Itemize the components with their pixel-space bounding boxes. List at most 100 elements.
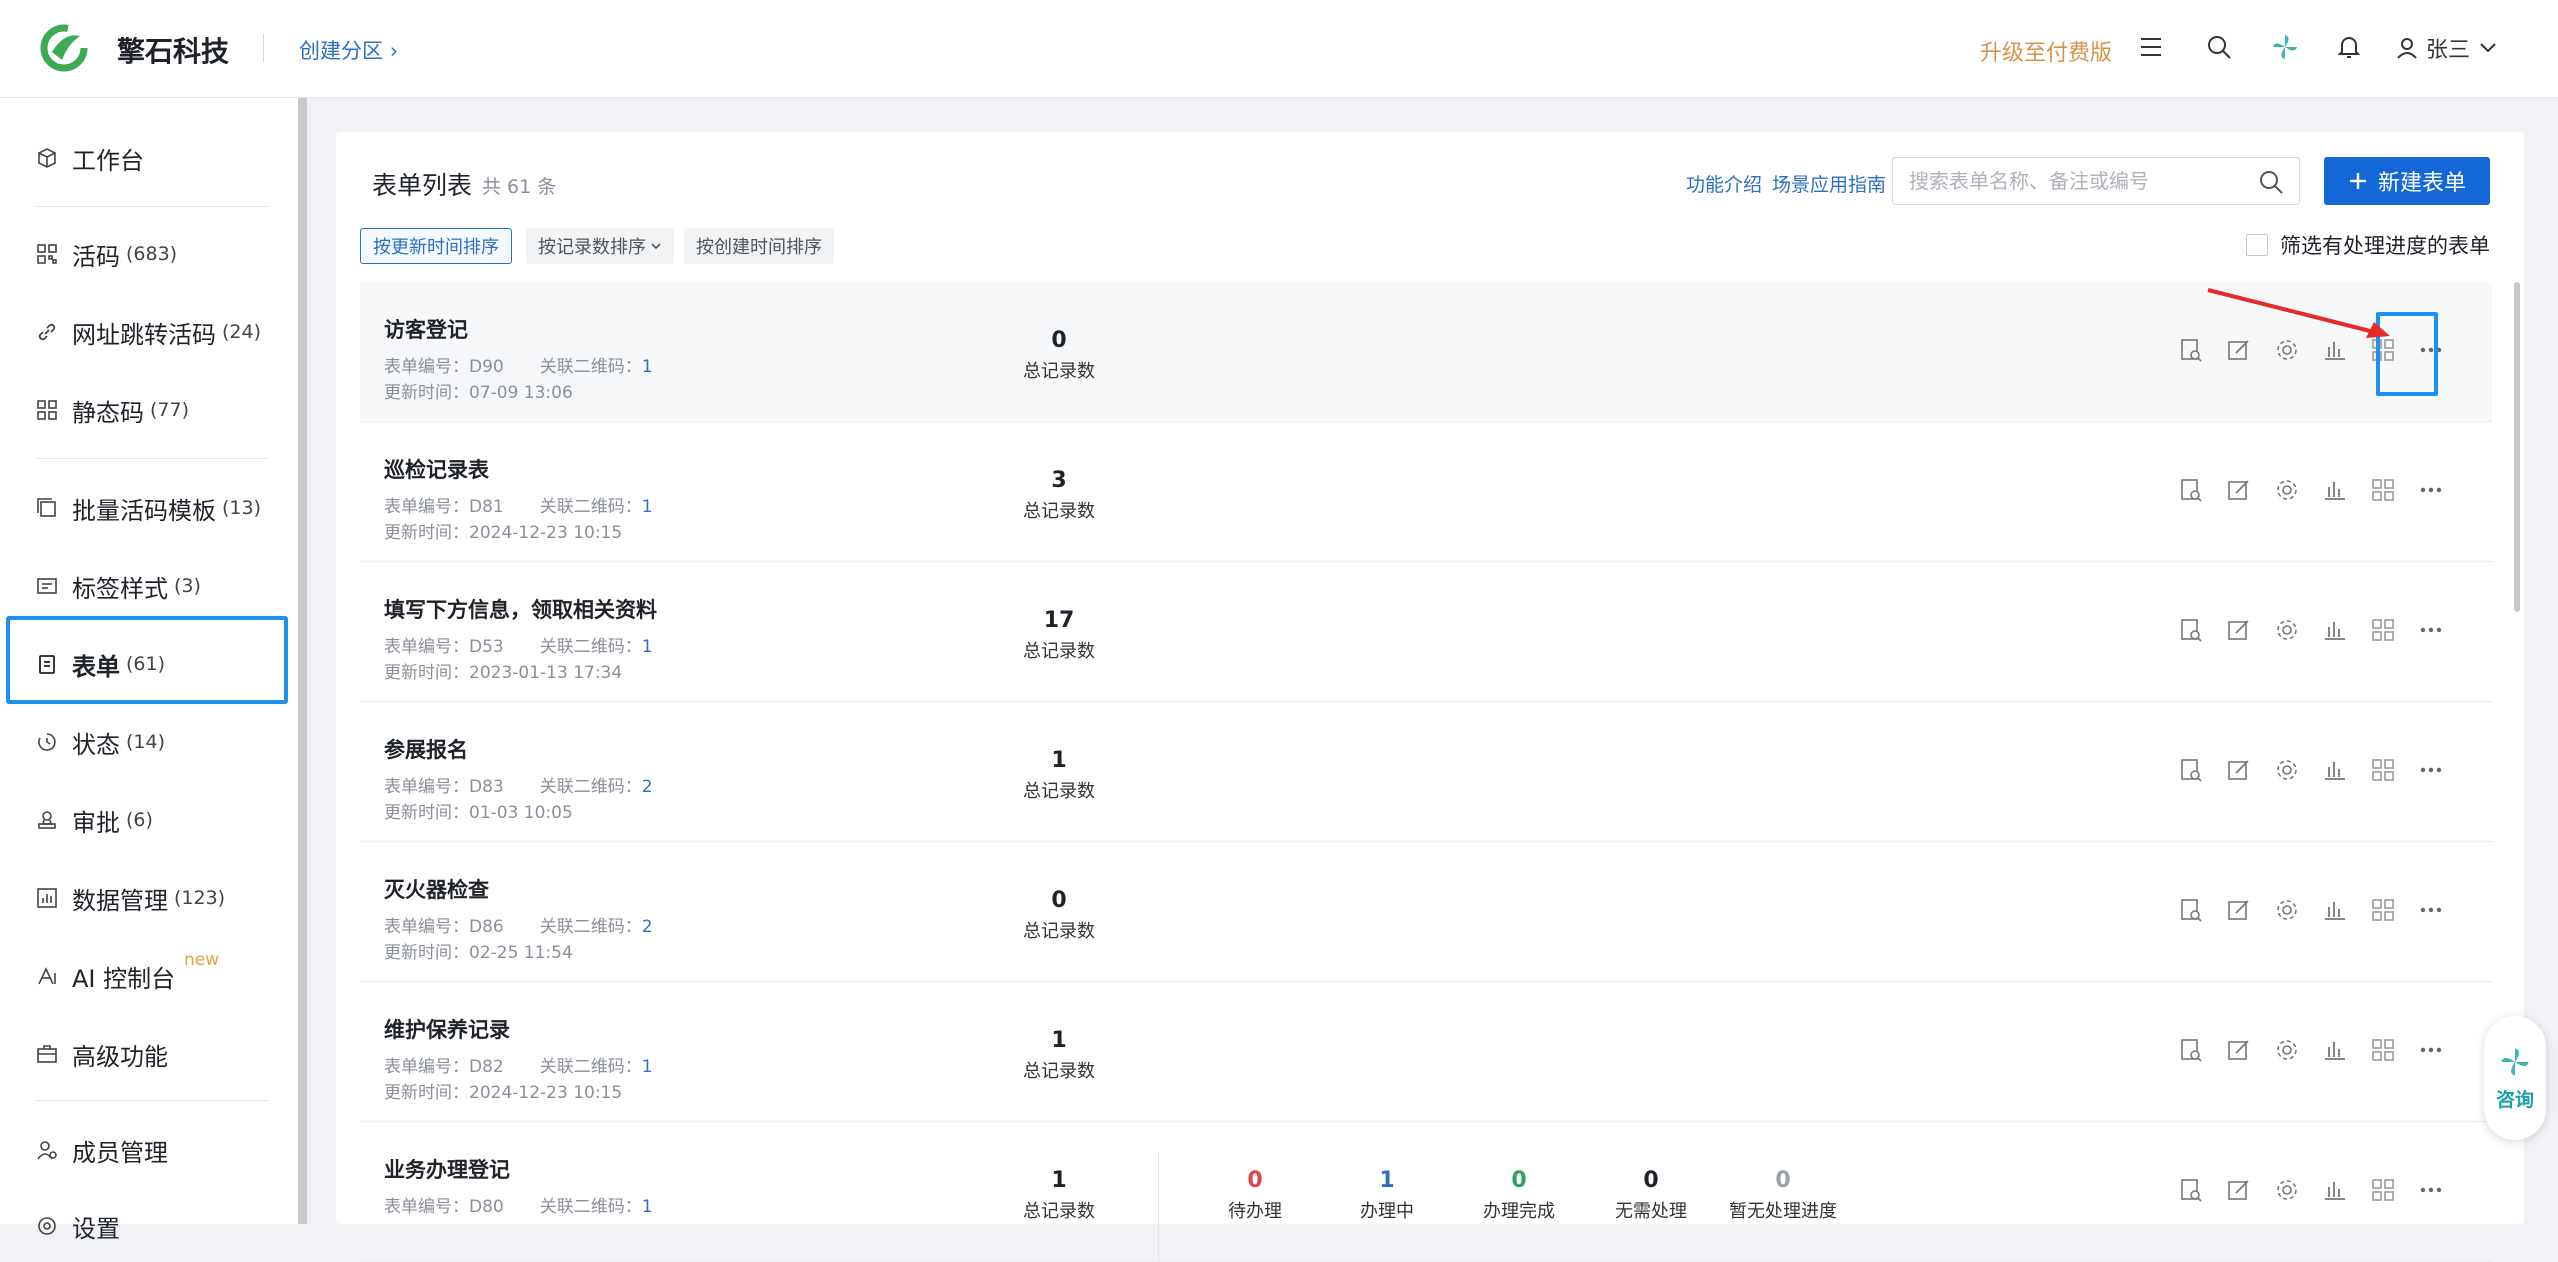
qr-count-link[interactable]: 2 [642, 917, 653, 937]
filter-checkbox[interactable] [2246, 234, 2268, 256]
list-scrollbar[interactable] [2514, 282, 2520, 612]
form-name[interactable]: 灭火器检查 [384, 874, 489, 904]
sidebar-item-settings[interactable]: 设置 [36, 1206, 120, 1246]
search-icon[interactable] [2258, 169, 2284, 195]
sidebar-item-approval[interactable]: 审批 (6) [36, 800, 153, 840]
bar-chart-icon[interactable] [2322, 1177, 2348, 1203]
table-row[interactable]: 灭火器检查 表单编号：D86 关联二维码：2 更新时间：02-25 11:54 0 总记录… [360, 842, 2492, 982]
form-name[interactable]: 访客登记 [384, 314, 468, 344]
progress-filter[interactable]: 筛选有处理进度的表单 [2246, 230, 2490, 260]
qrcode-icon[interactable] [2370, 1037, 2396, 1063]
gear-icon[interactable] [2274, 757, 2300, 783]
pinwheel-icon[interactable] [2268, 30, 2302, 64]
table-row[interactable]: 参展报名 表单编号：D83 关联二维码：2 更新时间：01-03 10:05 1 总记录数 [360, 702, 2492, 842]
sidebar-item-url-code[interactable]: 网址跳转活码 (24) [36, 312, 261, 352]
form-view-icon[interactable] [2178, 617, 2204, 643]
sort-by-update-time[interactable]: 按更新时间排序 [360, 228, 512, 264]
qrcode-icon[interactable] [2370, 617, 2396, 643]
bar-chart-icon[interactable] [2322, 617, 2348, 643]
edit-icon[interactable] [2226, 757, 2252, 783]
sidebar-item-live-code[interactable]: 活码 (683) [36, 234, 177, 274]
bar-chart-icon[interactable] [2322, 477, 2348, 503]
gear-icon[interactable] [2274, 1177, 2300, 1203]
table-row[interactable]: 填写下方信息，领取相关资料 表单编号：D53 关联二维码：1 更新时间：2023-01… [360, 562, 2492, 702]
progress-stat: 1 办理中 [1322, 1168, 1452, 1223]
edit-icon[interactable] [2226, 1037, 2252, 1063]
sort-by-record-count[interactable]: 按记录数排序 [526, 228, 674, 264]
more-icon[interactable] [2418, 897, 2444, 923]
user-menu[interactable]: 张三 [2396, 32, 2498, 64]
breadcrumb-create-zone[interactable]: 创建分区 › [299, 35, 398, 65]
total-records-stat: 17 总记录数 [994, 608, 1124, 663]
form-name[interactable]: 填写下方信息，领取相关资料 [384, 594, 657, 624]
sidebar-item-forms[interactable]: 表单 (61) [36, 644, 165, 684]
bar-chart-icon[interactable] [2322, 1037, 2348, 1063]
form-code-label: 表单编号： [384, 637, 469, 657]
scenario-guide-link[interactable]: 场景应用指南 [1772, 170, 1886, 197]
form-view-icon[interactable] [2178, 337, 2204, 363]
form-view-icon[interactable] [2178, 1037, 2204, 1063]
form-code-label: 表单编号： [384, 1197, 469, 1217]
sidebar-item-advanced[interactable]: 高级功能 [36, 1034, 168, 1074]
sidebar-item-data-management[interactable]: 数据管理 (123) [36, 878, 225, 918]
new-form-button[interactable]: 新建表单 [2324, 157, 2490, 205]
qrcode-icon[interactable] [2370, 477, 2396, 503]
form-view-icon[interactable] [2178, 1177, 2204, 1203]
gear-icon[interactable] [2274, 897, 2300, 923]
sidebar-item-batch-template[interactable]: 批量活码模板 (13) [36, 488, 261, 528]
sidebar-item-workbench[interactable]: 工作台 [36, 138, 144, 178]
edit-icon[interactable] [2226, 617, 2252, 643]
bell-icon[interactable] [2332, 30, 2366, 64]
gear-icon[interactable] [2274, 617, 2300, 643]
more-icon[interactable] [2418, 477, 2444, 503]
qrcode-icon[interactable] [2370, 897, 2396, 923]
form-name[interactable]: 维护保养记录 [384, 1014, 510, 1044]
sidebar-item-status[interactable]: 状态 (14) [36, 722, 165, 762]
qr-count-link[interactable]: 1 [642, 1057, 653, 1077]
gear-icon[interactable] [2274, 1037, 2300, 1063]
new-badge: new [184, 950, 220, 970]
qr-count-link[interactable]: 1 [642, 357, 653, 377]
feature-intro-link[interactable]: 功能介绍 [1686, 170, 1762, 197]
table-row[interactable]: 访客登记 表单编号：D90 关联二维码：1 更新时间：07-09 13:06 0 总记录数 [360, 282, 2492, 422]
qr-count-link[interactable]: 2 [642, 777, 653, 797]
form-view-icon[interactable] [2178, 757, 2204, 783]
gear-icon[interactable] [2274, 477, 2300, 503]
more-icon[interactable] [2418, 617, 2444, 643]
form-name[interactable]: 参展报名 [384, 734, 468, 764]
qrcode-icon[interactable] [2370, 757, 2396, 783]
form-name[interactable]: 业务办理登记 [384, 1154, 510, 1184]
table-row[interactable]: 维护保养记录 表单编号：D82 关联二维码：1 更新时间：2024-12-23 10:… [360, 982, 2492, 1122]
sidebar-item-members[interactable]: 成员管理 [36, 1130, 168, 1170]
consult-widget[interactable]: 咨询 [2484, 1016, 2546, 1140]
upgrade-link[interactable]: 升级至付费版 [1980, 35, 2112, 67]
search-icon[interactable] [2202, 30, 2236, 64]
table-row[interactable]: 业务办理登记 表单编号：D80 关联二维码：1 1 总记录数 0 待办理 1 办理中 0 办理完成 0… [360, 1122, 2492, 1262]
sidebar-item-static-code[interactable]: 静态码 (77) [36, 390, 189, 430]
table-row[interactable]: 巡检记录表 表单编号：D81 关联二维码：1 更新时间：2024-12-23 10:1… [360, 422, 2492, 562]
qr-count-link[interactable]: 1 [642, 497, 653, 517]
qrcode-icon[interactable] [2370, 1177, 2396, 1203]
bar-chart-icon[interactable] [2322, 897, 2348, 923]
form-view-icon[interactable] [2178, 477, 2204, 503]
form-name[interactable]: 巡检记录表 [384, 454, 489, 484]
edit-icon[interactable] [2226, 897, 2252, 923]
edit-icon[interactable] [2226, 1177, 2252, 1203]
sidebar-item-ai-console[interactable]: AI 控制台 [36, 956, 175, 996]
search-input[interactable] [1892, 157, 2300, 205]
qr-count-link[interactable]: 1 [642, 1197, 653, 1217]
menu-icon[interactable] [2134, 30, 2168, 64]
brand-logo[interactable] [38, 22, 90, 74]
edit-icon[interactable] [2226, 477, 2252, 503]
updated-time: 2023-01-13 17:34 [469, 663, 623, 683]
sidebar-scrollbar[interactable] [298, 98, 307, 1224]
more-icon[interactable] [2418, 1037, 2444, 1063]
qr-count-link[interactable]: 1 [642, 637, 653, 657]
sidebar-item-label-style[interactable]: 标签样式 (3) [36, 566, 201, 606]
bar-chart-icon[interactable] [2322, 757, 2348, 783]
sort-by-create-time[interactable]: 按创建时间排序 [684, 228, 834, 264]
more-icon[interactable] [2418, 757, 2444, 783]
breadcrumb-label[interactable]: 创建分区 [299, 39, 383, 63]
form-view-icon[interactable] [2178, 897, 2204, 923]
more-icon[interactable] [2418, 1177, 2444, 1203]
